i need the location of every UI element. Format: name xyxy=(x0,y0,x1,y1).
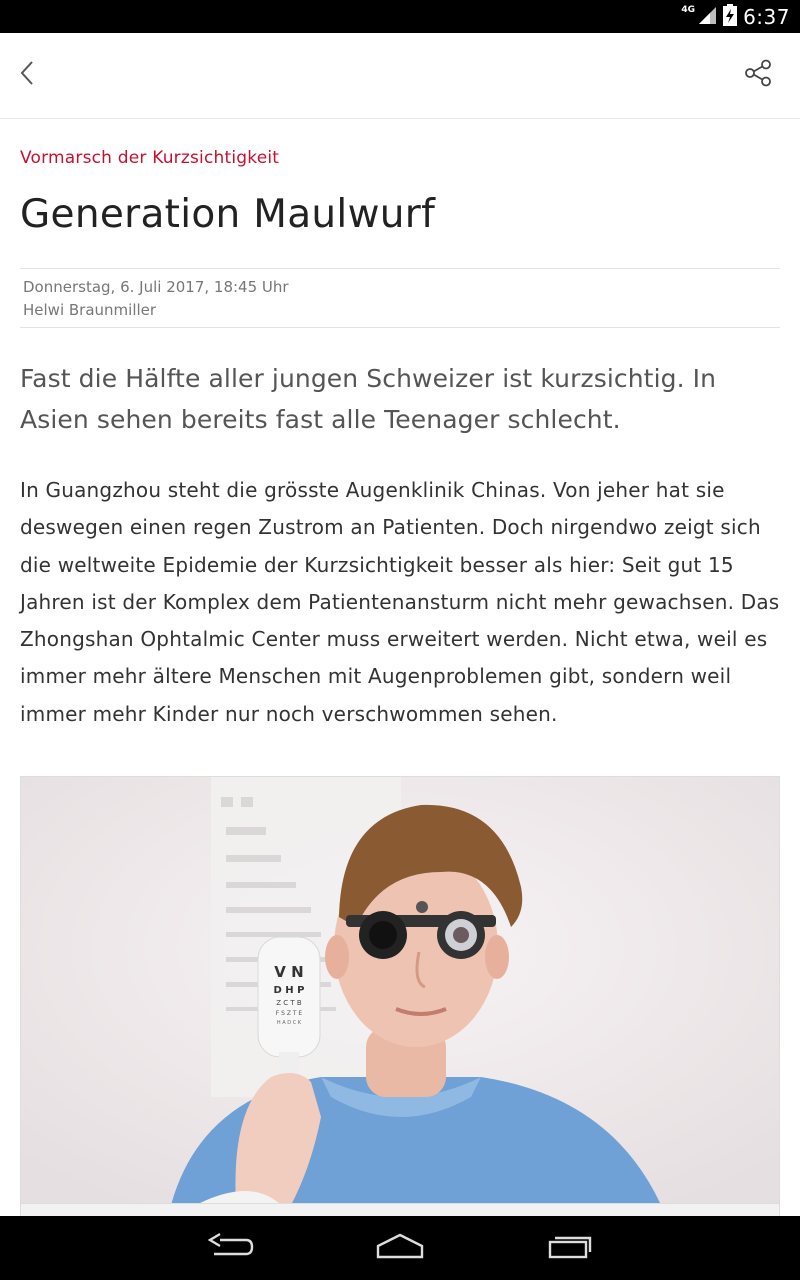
nav-home-button[interactable] xyxy=(368,1228,432,1268)
article-image[interactable]: V N D H P Z C T B F S Z T E H A D C K xyxy=(20,776,780,1204)
chart-letters-row1: V N xyxy=(274,963,303,981)
article-title: Generation Maulwurf xyxy=(20,192,436,237)
chart-letters-row3: Z C T B xyxy=(276,999,302,1007)
chevron-left-icon xyxy=(18,60,38,90)
share-icon xyxy=(744,59,772,91)
article-body: In Guangzhou steht die grösste Augenklin… xyxy=(20,478,780,726)
network-type-label: 4G xyxy=(681,4,696,15)
nav-home-icon xyxy=(374,1232,426,1264)
image-caption-area xyxy=(20,1204,780,1216)
chart-letters-row5: H A D C K xyxy=(277,1020,302,1026)
eye-exam-illustration: V N D H P Z C T B F S Z T E H A D C K xyxy=(21,777,779,1203)
article-meta: Donnerstag, 6. Juli 2017, 18:45 Uhr Helw… xyxy=(20,268,780,328)
chart-letters-row2: D H P xyxy=(274,985,305,996)
nav-recent-apps-icon xyxy=(546,1232,594,1264)
article-author: Helwi Braunmiller xyxy=(23,301,157,319)
article-date: Donnerstag, 6. Juli 2017, 18:45 Uhr xyxy=(23,278,289,296)
article-lead: Fast die Hälfte aller jungen Schweizer i… xyxy=(20,364,717,434)
nav-recent-apps-button[interactable] xyxy=(538,1228,602,1268)
status-bar: 4G 6:37 xyxy=(0,0,800,33)
battery-icon xyxy=(723,3,738,30)
app-bar xyxy=(0,33,800,119)
share-button[interactable] xyxy=(738,55,778,95)
status-bar-right: 4G 6:37 xyxy=(681,0,790,33)
chart-letters-row4: F S Z T E xyxy=(276,1010,303,1017)
clock: 6:37 xyxy=(743,4,790,29)
signal-icon xyxy=(697,5,717,29)
nav-back-button[interactable] xyxy=(198,1228,262,1268)
article-kicker: Vormarsch der Kurzsichtigkeit xyxy=(20,148,280,168)
navigation-bar xyxy=(0,1216,800,1280)
back-button[interactable] xyxy=(8,55,48,95)
nav-back-icon xyxy=(206,1232,254,1264)
